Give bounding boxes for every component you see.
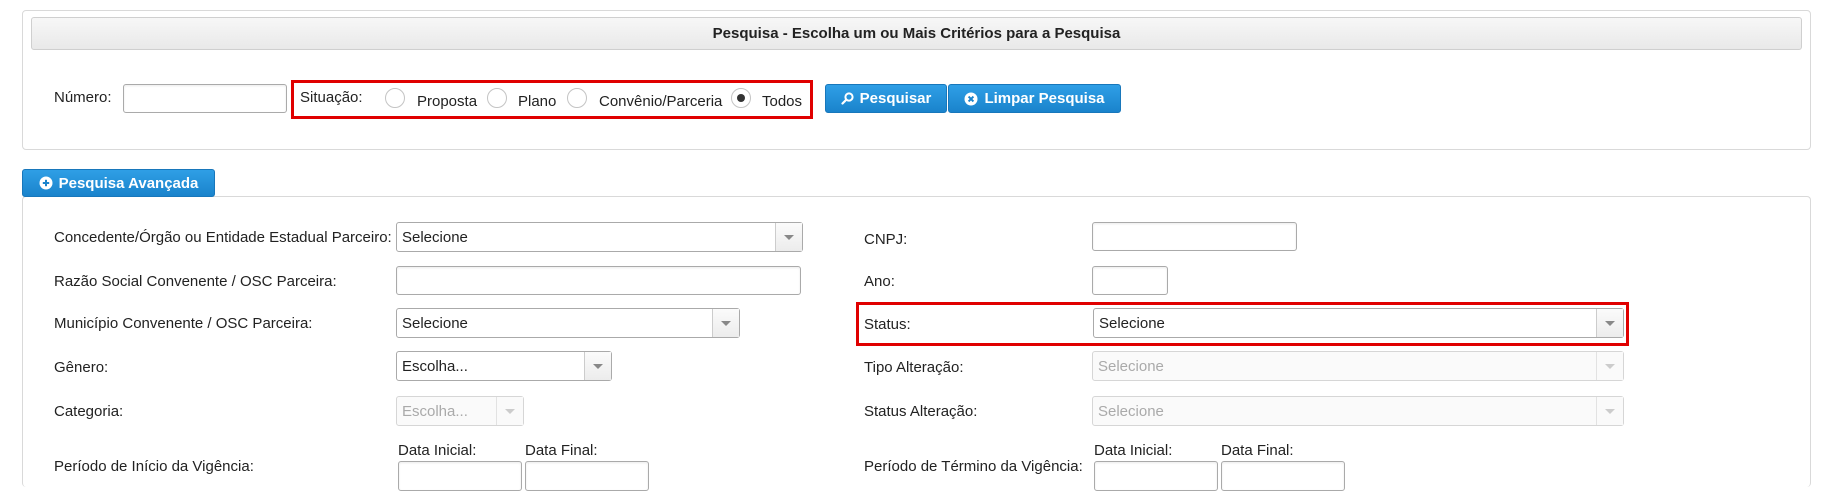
chevron-down-icon (496, 397, 523, 425)
genero-label: Gênero: (54, 359, 109, 376)
tipo-alteracao-select-value: Selecione (1098, 357, 1164, 375)
radio-proposta-label: Proposta (417, 93, 478, 110)
numero-label: Número: (54, 89, 112, 106)
chevron-down-icon (584, 352, 611, 380)
tipo-alteracao-select[interactable]: Selecione (1092, 351, 1624, 381)
search-button-label: Pesquisar (859, 90, 932, 107)
razao-input[interactable] (396, 266, 801, 295)
ano-input[interactable] (1092, 266, 1168, 295)
chevron-down-icon (775, 223, 802, 251)
categoria-select-value: Escolha... (402, 402, 468, 420)
chevron-down-icon (712, 309, 739, 337)
municipio-select[interactable]: Selecione (396, 308, 740, 338)
clear-circle-icon (964, 92, 978, 106)
status-select-value: Selecione (1099, 314, 1165, 332)
plus-circle-icon (39, 176, 53, 190)
advanced-search-label: Pesquisa Avançada (58, 174, 199, 192)
status-alteracao-select[interactable]: Selecione (1092, 396, 1624, 426)
periodo-inicio-label: Período de Início da Vigência: (54, 458, 254, 475)
municipio-label: Município Convenente / OSC Parceira: (54, 315, 313, 332)
radio-plano-label: Plano (518, 93, 557, 110)
status-alteracao-select-value: Selecione (1098, 402, 1164, 420)
cnpj-label: CNPJ: (864, 231, 908, 248)
radio-plano[interactable] (487, 88, 507, 108)
numero-input[interactable] (123, 84, 287, 113)
status-alteracao-label: Status Alteração: (864, 403, 978, 420)
clear-search-button-label: Limpar Pesquisa (984, 90, 1105, 107)
chevron-down-icon (1596, 309, 1623, 337)
search-panel-title: Pesquisa - Escolha um ou Mais Critérios … (31, 17, 1802, 50)
data-final-label-right: Data Final: (1221, 442, 1294, 459)
data-inicial-label-right: Data Inicial: (1094, 442, 1173, 459)
data-inicial-label: Data Inicial: (398, 442, 477, 459)
search-button[interactable]: Pesquisar (825, 84, 947, 113)
radio-convenio[interactable] (567, 88, 587, 108)
concedente-select-value: Selecione (402, 228, 468, 246)
radio-todos-label: Todos (762, 93, 803, 110)
chevron-down-icon (1596, 352, 1623, 380)
status-select[interactable]: Selecione (1093, 308, 1624, 338)
radio-selected-dot (737, 94, 745, 102)
tipo-alteracao-label: Tipo Alteração: (864, 359, 964, 376)
concedente-select[interactable]: Selecione (396, 222, 803, 252)
categoria-select[interactable]: Escolha... (396, 396, 524, 426)
situacao-label: Situação: (300, 89, 363, 106)
concedente-label: Concedente/Órgão ou Entidade Estadual Pa… (54, 229, 392, 246)
razao-label: Razão Social Convenente / OSC Parceira: (54, 273, 337, 290)
categoria-label: Categoria: (54, 403, 124, 420)
radio-convenio-label: Convênio/Parceria (599, 93, 723, 110)
municipio-select-value: Selecione (402, 314, 468, 332)
clear-search-button[interactable]: Limpar Pesquisa (948, 84, 1121, 113)
genero-select[interactable]: Escolha... (396, 351, 612, 381)
genero-select-value: Escolha... (402, 357, 468, 375)
radio-proposta[interactable] (385, 88, 405, 108)
cnpj-input[interactable] (1092, 222, 1297, 251)
data-final-label: Data Final: (525, 442, 598, 459)
advanced-search-toggle[interactable]: Pesquisa Avançada (22, 169, 215, 197)
radio-todos[interactable] (731, 88, 751, 108)
chevron-down-icon (1596, 397, 1623, 425)
periodo-termino-label: Período de Término da Vigência: (864, 458, 1083, 475)
status-label: Status: (864, 316, 911, 333)
ano-label: Ano: (864, 273, 895, 290)
search-icon (841, 92, 854, 105)
